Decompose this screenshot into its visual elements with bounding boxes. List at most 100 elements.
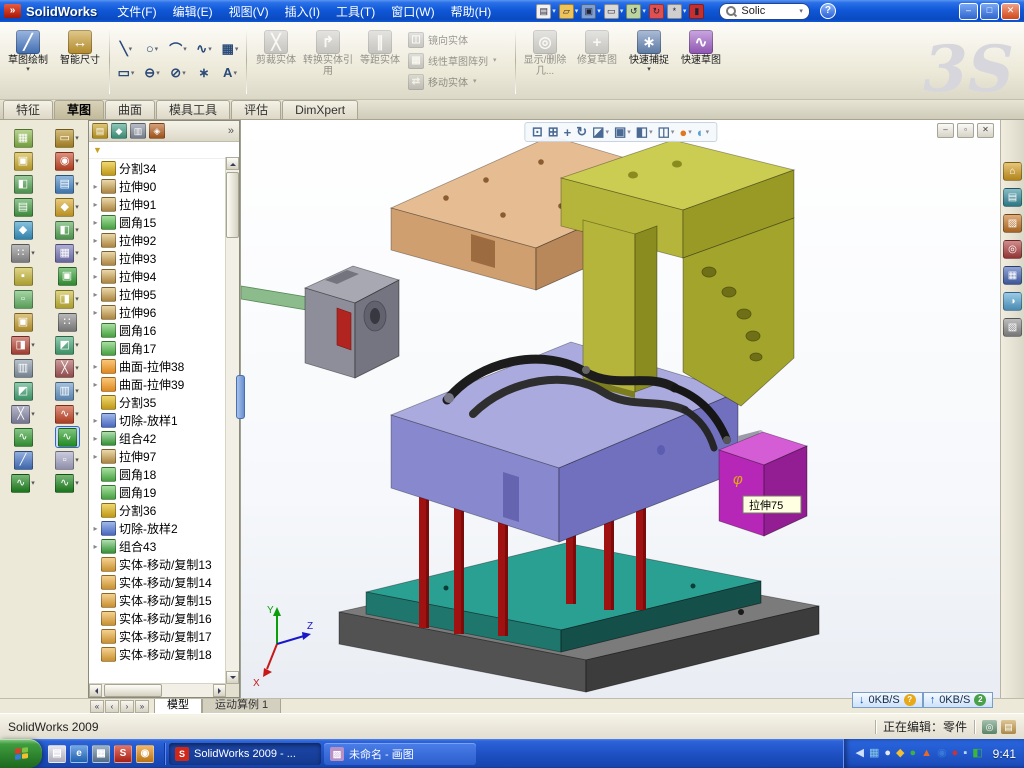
lt-shell-icon[interactable]: ▣	[12, 312, 35, 332]
circle-tool-icon[interactable]: ○▾	[139, 38, 165, 60]
menu-item[interactable]: 帮助(H)	[443, 1, 500, 22]
point-tool-icon[interactable]: ∗	[191, 62, 217, 84]
feature-tree-item[interactable]: ▸ 拉伸93	[91, 249, 226, 267]
lt2-thicken-icon[interactable]: ▫▾	[53, 450, 81, 470]
tray-sync-icon[interactable]: ◧	[972, 748, 982, 759]
scroll-down-button[interactable]	[226, 671, 239, 684]
tray-security-icon[interactable]: ●	[952, 748, 959, 759]
document-window-button[interactable]: ✕	[977, 123, 994, 138]
expand-arrow-icon[interactable]: ▸	[91, 542, 100, 551]
feature-tree-item[interactable]: ▸ 组合43	[91, 537, 226, 555]
rebuild-icon[interactable]: ↻	[648, 2, 665, 20]
appearances-pane-icon[interactable]: ◑	[1003, 292, 1022, 311]
window-control-button[interactable]: □	[980, 3, 999, 20]
feature-tree-item[interactable]: 分割36	[91, 501, 226, 519]
model-slide-block[interactable]: φ	[719, 432, 807, 536]
ellipse-tool-icon[interactable]: ⊘▾	[165, 62, 191, 84]
lt2-freeform-icon[interactable]: ∿	[56, 427, 79, 447]
expand-arrow-icon[interactable]: ▸	[91, 452, 100, 461]
sketch-pattern-icon[interactable]: ▦▾	[217, 38, 243, 60]
commandmanager-tab[interactable]: 曲面	[105, 100, 155, 119]
status-globe-icon[interactable]: ◎	[982, 720, 997, 734]
tree-horizontal-scrollbar[interactable]	[89, 683, 226, 697]
commandmanager-tab[interactable]: DimXpert	[282, 100, 358, 119]
line-tool-icon[interactable]: ╲▾	[113, 38, 139, 60]
mirror-entities-button[interactable]: ◫镜向实体	[406, 31, 512, 49]
lt2-extend-surface-icon[interactable]: ◨▾	[53, 289, 81, 309]
move-entities-button[interactable]: ⇄移动实体▾	[406, 73, 512, 91]
feature-tree-item[interactable]: ▸ 拉伸96	[91, 303, 226, 321]
apply-scene-icon[interactable]: ◐▾	[697, 125, 709, 140]
pan-icon[interactable]: +	[564, 125, 572, 140]
text-tool-icon[interactable]: A▾	[217, 62, 243, 84]
feature-tree-item[interactable]: ▸ 拉伸97	[91, 447, 226, 465]
configurationmanager-tab-icon[interactable]: ▥	[130, 123, 146, 139]
feature-tree-item[interactable]: ▸ 圆角15	[91, 213, 226, 231]
lt-trim-icon[interactable]: ╳▾	[9, 404, 37, 424]
expand-arrow-icon[interactable]: ▸	[91, 362, 100, 371]
expand-arrow-icon[interactable]: ▸	[91, 524, 100, 533]
custom-properties-icon[interactable]: ▧	[1003, 318, 1022, 337]
lt2-trim-surface-icon[interactable]: ∷	[56, 312, 79, 332]
feature-tree-item[interactable]: 圆角19	[91, 483, 226, 501]
feature-tree-item[interactable]: 分割34	[91, 159, 226, 177]
lt-spline-icon[interactable]: ∿	[12, 427, 35, 447]
edit-appearance-icon[interactable]: ●▾	[679, 125, 691, 140]
feature-tree-item[interactable]: 实体-移动/复制16	[91, 609, 226, 627]
section-view-icon[interactable]: ◪▾	[592, 124, 609, 140]
quick-snaps-button[interactable]: ∗快速捕捉▾	[623, 25, 675, 96]
lt-pattern-icon[interactable]: ∷▾	[9, 243, 37, 263]
document-tab[interactable]: 运动算例 1	[202, 699, 281, 714]
menu-item[interactable]: 插入(I)	[277, 1, 328, 22]
convert-entities-button[interactable]: ↱转换实体引用	[302, 25, 354, 96]
tray-update-icon[interactable]: ◆	[896, 748, 904, 759]
expand-arrow-icon[interactable]: ▸	[91, 272, 100, 281]
tab-nav-button[interactable]: ›	[120, 700, 134, 713]
ql-show-desktop-icon[interactable]: ▦	[92, 745, 110, 763]
scroll-thumb[interactable]	[104, 684, 162, 697]
tray-network-icon[interactable]: ▦	[869, 748, 879, 759]
scroll-up-button[interactable]	[226, 157, 239, 170]
expand-arrow-icon[interactable]: ▸	[91, 308, 100, 317]
help-icon[interactable]: ?	[820, 3, 836, 19]
expand-arrow-icon[interactable]: ▸	[91, 218, 100, 227]
lt2-curve-points-icon[interactable]: ∿▾	[53, 473, 81, 493]
feature-tree-item[interactable]: ▸ 切除-放样1	[91, 411, 226, 429]
slot-tool-icon[interactable]: ⊖▾	[139, 62, 165, 84]
offset-entities-button[interactable]: ∥等距实体	[354, 25, 406, 96]
tab-nav-button[interactable]: »	[135, 700, 149, 713]
lt-rib-icon[interactable]: ▫	[12, 289, 35, 309]
lt-extrude-boss-icon[interactable]: ▦	[12, 128, 35, 148]
save-icon[interactable]: ▣▾	[580, 2, 602, 20]
feature-tree-item[interactable]: 实体-移动/复制18	[91, 645, 226, 663]
scroll-right-button[interactable]	[213, 684, 226, 697]
lt-curve-icon[interactable]: ∿▾	[9, 473, 37, 493]
smart-dimension-button[interactable]: ↔智能尺寸	[54, 25, 106, 96]
lt2-surface-extrude-icon[interactable]: ▭▾	[53, 128, 81, 148]
feature-tree-item[interactable]: ▸ 拉伸95	[91, 285, 226, 303]
spline-tool-icon[interactable]: ∿▾	[191, 38, 217, 60]
lt-boundary-icon[interactable]: ◆	[12, 220, 35, 240]
search-input[interactable]	[739, 4, 795, 18]
display-style-icon[interactable]: ◧▾	[636, 124, 653, 140]
model-clamp-bracket[interactable]	[561, 140, 794, 406]
commandmanager-tab[interactable]: 草图	[54, 100, 104, 119]
ql-ie-icon[interactable]: e	[70, 745, 88, 763]
lt-dome-icon[interactable]: ◩	[12, 381, 35, 401]
tree-vertical-scrollbar[interactable]	[225, 157, 239, 684]
tray-antivirus-icon[interactable]: ●	[910, 748, 917, 759]
dimxpertmanager-tab-icon[interactable]: ◈	[149, 123, 165, 139]
resources-home-icon[interactable]: ⌂	[1003, 162, 1022, 181]
feature-tree-item[interactable]: 圆角17	[91, 339, 226, 357]
linear-sketch-pattern-button[interactable]: ▦线性草图阵列▾	[406, 52, 512, 70]
expand-arrow-icon[interactable]: ▸	[91, 200, 100, 209]
expand-arrow-icon[interactable]: ▸	[91, 434, 100, 443]
sketch-button[interactable]: ╱草图绘制▾	[2, 25, 54, 96]
expand-arrow-icon[interactable]: ▸	[91, 290, 100, 299]
feature-tree-item[interactable]: ▸ 曲面-拉伸38	[91, 357, 226, 375]
arc-tool-icon[interactable]: ⌒▾	[165, 38, 191, 60]
tray-warning-icon[interactable]: ▲	[921, 748, 932, 759]
lt2-planar-surface-icon[interactable]: ◧▾	[53, 220, 81, 240]
document-window-button[interactable]: ▫	[957, 123, 974, 138]
lt2-offset-surface-icon[interactable]: ▦▾	[53, 243, 81, 263]
